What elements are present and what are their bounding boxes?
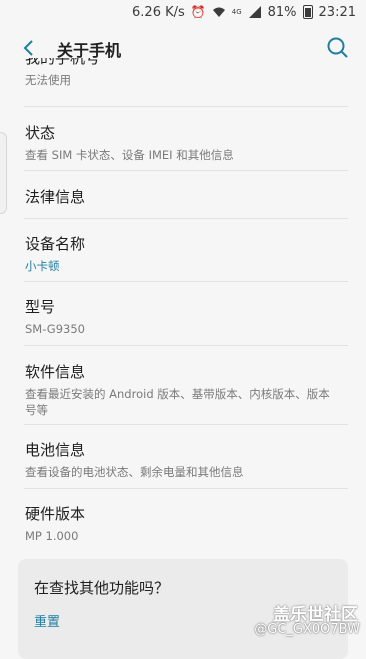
divider (24, 488, 348, 489)
list-item-title: 软件信息 (25, 363, 86, 381)
watermark-user: @GC_GX0O7BW (254, 622, 360, 637)
list-item-phone-number[interactable]: 我的手机号 无法使用 (0, 58, 366, 88)
network-type: 4G (231, 7, 242, 16)
search-icon (327, 37, 348, 58)
list-item-title: 法律信息 (25, 188, 86, 206)
divider (24, 345, 348, 346)
network-speed: 6.26 K/s (132, 4, 185, 20)
list-item-hardware-version[interactable]: 硬件版本 MP 1.000 (0, 503, 366, 544)
signal-icon (248, 6, 262, 18)
back-button[interactable] (16, 36, 40, 60)
list-item-title: 设备名称 (25, 235, 86, 253)
battery-icon (302, 5, 313, 19)
list-item-model[interactable]: 型号 SM-G9350 (0, 296, 366, 337)
list-item-device-name[interactable]: 设备名称 小卡顿 (0, 233, 366, 274)
list-item-title: 型号 (25, 298, 56, 316)
list-item-battery-info[interactable]: 电池信息 查看设备的电池状态、剩余电量和其他信息 (0, 439, 366, 480)
search-button[interactable] (326, 36, 350, 60)
list-item-status[interactable]: 状态 查看 SIM 卡状态、设备 IMEI 和其他信息 (0, 122, 366, 163)
list-item-subtitle: 查看设备的电池状态、剩余电量和其他信息 (25, 465, 244, 479)
divider (24, 106, 348, 107)
divider (24, 424, 348, 425)
wifi-icon (212, 6, 226, 18)
clock: 23:21 (318, 4, 356, 20)
battery-percent: 81% (267, 4, 297, 20)
list-item-subtitle: SM-G9350 (25, 322, 85, 336)
list-item-subtitle: 查看最近安装的 Android 版本、基带版本、内核版本、版本号等 (25, 387, 330, 417)
list-item-subtitle: 小卡顿 (25, 259, 60, 273)
list-item-subtitle: 无法使用 (25, 73, 71, 87)
list-item-title: 状态 (25, 124, 56, 142)
list-item-software-info[interactable]: 软件信息 查看最近安装的 Android 版本、基带版本、内核版本、版本号等 (0, 361, 366, 418)
divider (24, 170, 348, 171)
chevron-left-icon (23, 40, 33, 56)
divider (24, 218, 348, 219)
list-item-title: 电池信息 (25, 441, 86, 459)
list-item-subtitle: 查看 SIM 卡状态、设备 IMEI 和其他信息 (25, 148, 234, 162)
alarm-icon: ⏰ (190, 5, 206, 19)
list-item-title: 硬件版本 (25, 505, 86, 523)
list-item-subtitle: MP 1.000 (25, 529, 79, 543)
suggestion-title: 在查找其他功能吗？ (34, 579, 170, 597)
list-item-legal-info[interactable]: 法律信息 (0, 186, 366, 207)
status-bar: 6.26 K/s ⏰ 4G 81% 23:21 (0, 0, 366, 24)
list-item-title: 我的手机号 (25, 58, 366, 66)
divider (24, 281, 348, 282)
